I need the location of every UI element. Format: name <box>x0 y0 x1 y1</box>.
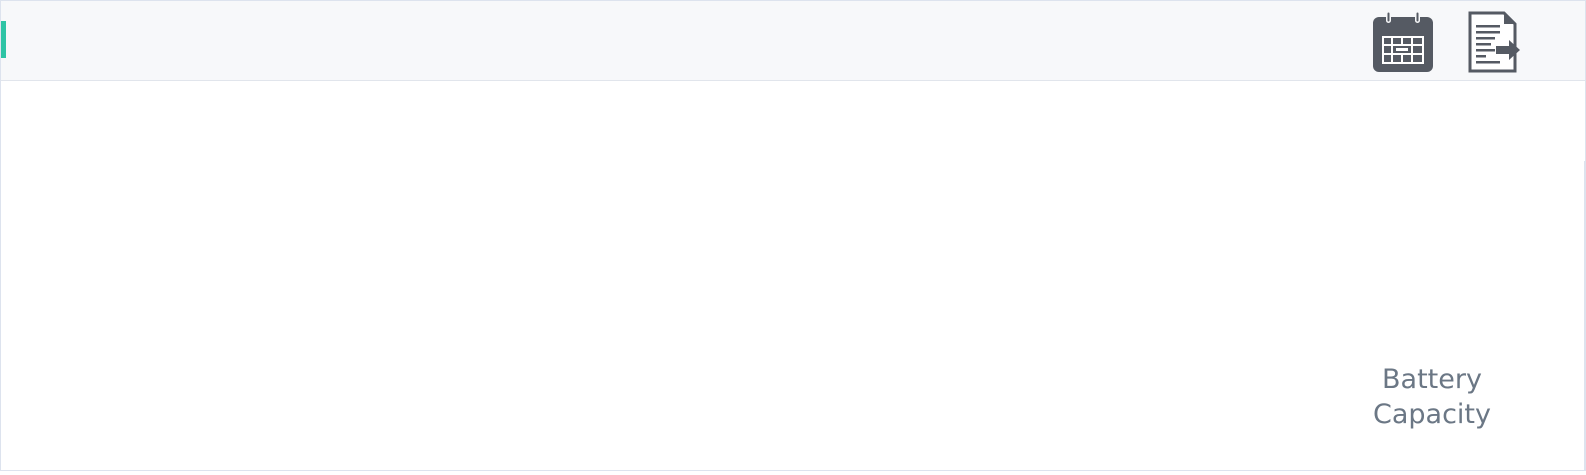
export-report-button[interactable] <box>1459 9 1525 75</box>
calendar-icon <box>1373 11 1433 72</box>
panel-right-border <box>1584 161 1585 471</box>
battery-capacity-label: Battery Capacity <box>1357 362 1507 432</box>
battery-capacity-text: Battery Capacity <box>1373 364 1491 430</box>
export-report-icon <box>1468 11 1520 73</box>
dashboard-panel: Battery Capacity <box>0 0 1586 471</box>
panel-toolbar <box>1 1 1585 81</box>
date-range-button[interactable] <box>1370 9 1436 75</box>
accent-bar <box>1 21 6 58</box>
